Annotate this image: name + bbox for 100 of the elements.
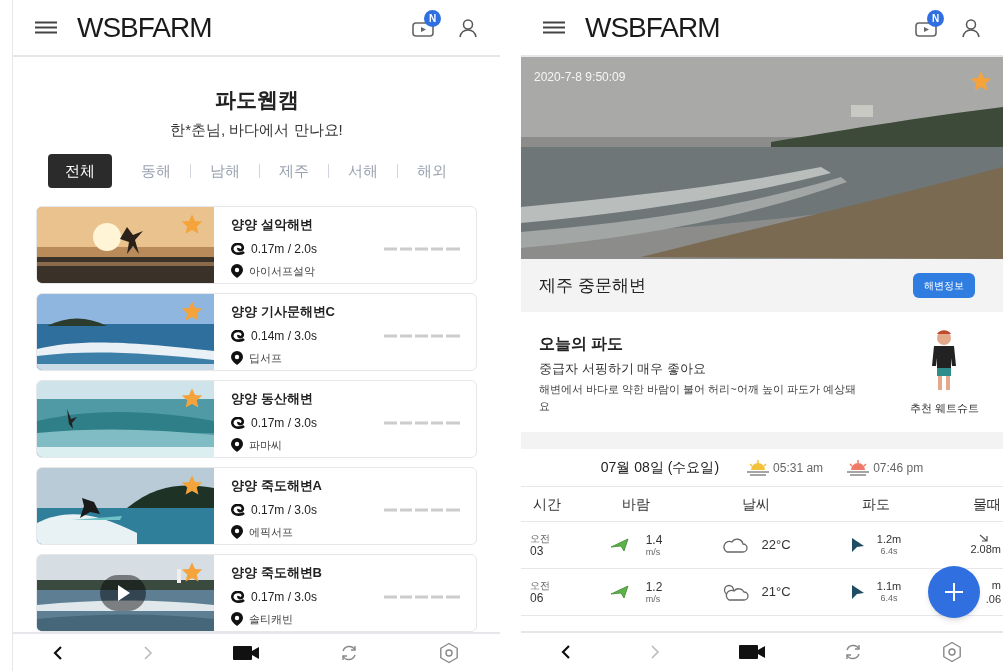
star-icon[interactable] xyxy=(182,476,202,495)
greeting-text: 한*춘님, 바다에서 만나요! xyxy=(170,120,343,140)
wave-icon xyxy=(231,416,245,429)
star-icon[interactable] xyxy=(182,302,202,321)
wave-reading: 0.14m / 3.0s xyxy=(251,327,318,345)
sunset-time: 07:46 pm xyxy=(873,459,924,477)
star-icon[interactable] xyxy=(182,389,202,408)
column-header: 날씨 xyxy=(741,494,771,514)
play-button[interactable] xyxy=(100,575,146,611)
wave-icon xyxy=(231,329,245,342)
user-icon[interactable] xyxy=(961,17,981,38)
back-icon[interactable] xyxy=(560,645,571,659)
star-icon[interactable] xyxy=(182,563,202,582)
wave-icon xyxy=(231,590,245,603)
user-icon[interactable] xyxy=(458,17,478,38)
notification-badge: N xyxy=(927,9,944,27)
tide-height: .06 xyxy=(985,592,1001,606)
menu-icon[interactable] xyxy=(543,21,565,34)
forecast-date: 07월 08일 (수요일) xyxy=(600,458,720,477)
page-title: 파도웹캠 xyxy=(214,87,299,113)
wind-arrow-icon xyxy=(609,538,630,552)
wave-period: 6.4s xyxy=(880,546,898,557)
time-period: 오전 xyxy=(530,579,551,591)
notification-badge: N xyxy=(424,9,441,27)
column-header: 바람 xyxy=(621,494,651,514)
location-pin-icon xyxy=(231,350,243,365)
spot-name: 양양 동산해변 xyxy=(231,390,314,408)
time-hour: 06 xyxy=(530,590,544,605)
beach-info-button[interactable]: 해변정보 xyxy=(913,273,975,298)
wave-icon xyxy=(231,503,245,516)
today-title: 오늘의 파도 xyxy=(539,334,625,354)
video-camera-icon[interactable] xyxy=(233,645,260,661)
location-pin-icon xyxy=(231,263,243,278)
star-icon[interactable] xyxy=(971,72,991,91)
spot-name: 양양 기사문해변C xyxy=(231,303,336,321)
wind-arrow-icon xyxy=(609,585,630,599)
spot-card[interactable]: 양양 죽도해변A 0.17m / 3.0s 에픽서프 xyxy=(36,467,477,545)
surf-shop-name: 파마씨 xyxy=(249,437,282,453)
menu-icon[interactable] xyxy=(35,21,57,34)
column-header: 시간 xyxy=(532,494,562,514)
plus-icon xyxy=(944,582,964,602)
spot-name: 양양 설악해변 xyxy=(231,216,314,234)
sunrise-icon xyxy=(747,459,770,476)
today-headline: 중급자 서핑하기 매우 좋아요 xyxy=(539,360,707,378)
webcam-timestamp: 2020-7-8 9:50:09 xyxy=(534,69,626,86)
star-icon[interactable] xyxy=(182,215,202,234)
column-header: 물때 xyxy=(972,494,1002,514)
wave-icon xyxy=(231,242,245,255)
wave-direction-icon xyxy=(850,584,865,600)
location-pin-icon xyxy=(231,524,243,539)
spot-card[interactable]: 양양 기사문해변C 0.14m / 3.0s 딥서프 xyxy=(36,293,477,371)
logo[interactable]: WSBFARM xyxy=(585,13,720,42)
wind-unit: m/s xyxy=(645,546,662,558)
settings-icon[interactable] xyxy=(437,642,460,664)
dashes-icon xyxy=(384,420,460,425)
video-camera-icon[interactable] xyxy=(738,644,765,660)
back-icon[interactable] xyxy=(53,646,64,660)
tide-height: 2.08m xyxy=(970,542,1001,556)
region-tab[interactable]: 전체 xyxy=(47,153,112,188)
tide-height: m xyxy=(991,578,1001,592)
spot-card[interactable]: 양양 동산해변 0.17m / 3.0s 파마씨 xyxy=(36,380,477,458)
spot-name: 양양 죽도해변A xyxy=(231,477,323,495)
today-description: 해변에서 바다로 약한 바람이 불어 허리~어깨 높이 파도가 예상돼요 xyxy=(539,381,857,414)
refresh-icon[interactable] xyxy=(844,643,863,661)
surf-shop-name: 솔티캐빈 xyxy=(249,611,293,627)
sunrise-time: 05:31 am xyxy=(773,459,824,477)
surf-shop-name: 아이서프설악 xyxy=(249,263,315,279)
spot-card[interactable]: 양양 설악해변 0.17m / 2.0s 아이서프설악 xyxy=(36,206,477,284)
spot-name: 양양 죽도해변B xyxy=(231,564,323,582)
wave-reading: 0.17m / 3.0s xyxy=(251,414,318,432)
column-header: 파도 xyxy=(861,494,891,514)
surf-shop-name: 딥서프 xyxy=(249,350,282,366)
refresh-icon[interactable] xyxy=(339,644,358,662)
dashes-icon xyxy=(384,333,460,338)
wave-height: 1.2m xyxy=(876,533,902,546)
temperature: 21°C xyxy=(761,583,791,602)
wave-reading: 0.17m / 3.0s xyxy=(251,501,318,519)
wave-reading: 0.17m / 3.0s xyxy=(251,588,318,606)
temperature: 22°C xyxy=(761,536,791,555)
wetsuit-label: 추천 웨트슈트 xyxy=(909,401,979,416)
add-button[interactable] xyxy=(928,566,980,618)
wind-unit: m/s xyxy=(645,593,662,605)
dashes-icon xyxy=(384,246,460,251)
logo[interactable]: WSBFARM xyxy=(77,13,212,42)
sunset-icon xyxy=(847,459,870,476)
time-period: 오전 xyxy=(530,532,551,544)
dashes-icon xyxy=(384,594,460,599)
wind-speed: 1.2 xyxy=(645,579,663,594)
settings-icon[interactable] xyxy=(941,641,964,663)
location-pin-icon xyxy=(231,437,243,452)
wave-period: 6.4s xyxy=(880,593,898,604)
dashes-icon xyxy=(384,507,460,512)
time-hour: 03 xyxy=(530,543,544,558)
wave-direction-icon xyxy=(850,537,865,553)
spot-card[interactable]: 양양 죽도해변B 0.17m / 3.0s 솔티캐빈 xyxy=(36,554,477,632)
wave-reading: 0.17m / 2.0s xyxy=(251,240,318,258)
beach-name: 제주 중문해변 xyxy=(539,274,646,297)
wave-height: 1.1m xyxy=(876,580,902,593)
location-pin-icon xyxy=(231,611,243,626)
wind-speed: 1.4 xyxy=(645,532,663,547)
